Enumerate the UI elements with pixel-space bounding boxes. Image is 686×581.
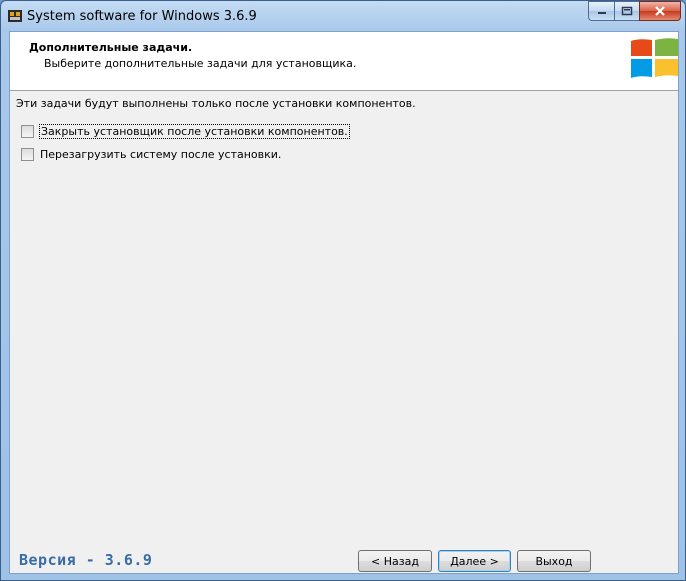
maximize-button[interactable] <box>614 1 640 21</box>
page-title: Дополнительные задачи. <box>29 41 193 54</box>
restart-system-label[interactable]: Перезагрузить систему после установки. <box>40 148 281 161</box>
version-label: Версия - 3.6.9 <box>19 551 153 569</box>
wizard-header: Дополнительные задачи. Выберите дополнит… <box>10 32 678 91</box>
close-installer-checkbox[interactable] <box>21 125 34 138</box>
title-bar[interactable]: System software for Windows 3.6.9 <box>1 1 685 31</box>
maximize-icon <box>621 6 633 16</box>
task-close-installer[interactable]: Закрыть установщик после установки компо… <box>21 124 350 139</box>
installer-app-icon <box>8 10 22 22</box>
close-button[interactable] <box>639 1 681 21</box>
close-icon <box>655 6 665 16</box>
task-restart-system[interactable]: Перезагрузить систему после установки. <box>21 147 281 162</box>
close-installer-label[interactable]: Закрыть установщик после установки компо… <box>39 124 350 139</box>
window-title: System software for Windows 3.6.9 <box>27 9 257 24</box>
page-subtitle: Выберите дополнительные задачи для устан… <box>44 57 357 70</box>
tasks-intro-text: Эти задачи будут выполнены только после … <box>16 97 416 110</box>
installer-window: System software for Windows 3.6.9 Дополн… <box>0 0 686 581</box>
minimize-icon <box>597 12 606 14</box>
windows-logo-icon <box>631 38 678 78</box>
minimize-button[interactable] <box>588 1 615 21</box>
exit-button[interactable]: Выход <box>517 550 591 572</box>
next-button[interactable]: Далее > <box>438 550 511 572</box>
restart-system-checkbox[interactable] <box>21 148 34 161</box>
back-button[interactable]: < Назад <box>358 550 432 572</box>
client-area: Дополнительные задачи. Выберите дополнит… <box>9 31 679 574</box>
